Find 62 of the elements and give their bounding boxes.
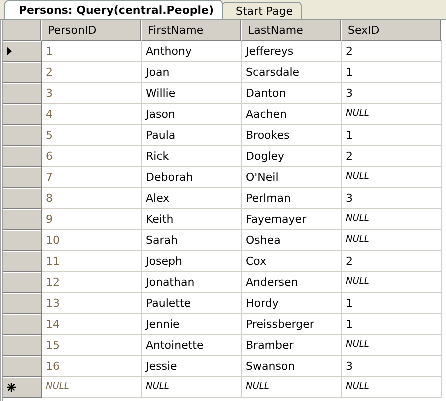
table-cell: Bramber bbox=[242, 335, 342, 356]
table-cell: 11 bbox=[42, 251, 142, 272]
table-cell: 12 bbox=[42, 272, 142, 293]
table-cell: Jeffereys bbox=[242, 41, 342, 62]
table-cell: 13 bbox=[42, 293, 142, 314]
table-cell: 4 bbox=[42, 104, 142, 125]
table-cell: Aachen bbox=[242, 104, 342, 125]
document-tab[interactable]: Start Page bbox=[221, 2, 302, 19]
row-header[interactable] bbox=[3, 41, 42, 62]
table-cell: 9 bbox=[42, 209, 142, 230]
table-cell: Jason bbox=[142, 104, 242, 125]
table-cell: 15 bbox=[42, 335, 142, 356]
table-cell: Oshea bbox=[242, 230, 342, 251]
table-cell: Preissberger bbox=[242, 314, 342, 335]
row-header[interactable] bbox=[3, 377, 42, 398]
table-cell: Joseph bbox=[142, 251, 242, 272]
table-cell: Antoinette bbox=[142, 335, 242, 356]
table-cell: Scarsdale bbox=[242, 62, 342, 83]
table-cell: Swanson bbox=[242, 356, 342, 377]
current-row-arrow-icon bbox=[7, 47, 12, 56]
table-cell: NULL bbox=[242, 377, 342, 398]
table-cell: NULL bbox=[142, 377, 242, 398]
column-header[interactable]: FirstName bbox=[142, 20, 242, 41]
table-cell: Jessie bbox=[142, 356, 242, 377]
table-cell: Hordy bbox=[242, 293, 342, 314]
table-cell: Alex bbox=[142, 188, 242, 209]
table-cell: Paulette bbox=[142, 293, 242, 314]
table-cell: 10 bbox=[42, 230, 142, 251]
table-cell: Sarah bbox=[142, 230, 242, 251]
column-header[interactable]: PersonID bbox=[42, 20, 142, 41]
table-cell: Keith bbox=[142, 209, 242, 230]
table-cell: Dogley bbox=[242, 146, 342, 167]
table-cell: Andersen bbox=[242, 272, 342, 293]
document-tab[interactable]: Persons: Query(central.People) bbox=[4, 0, 224, 19]
table-cell: Rick bbox=[142, 146, 242, 167]
table-cell: Joan bbox=[142, 62, 242, 83]
table-cell: Anthony bbox=[142, 41, 242, 62]
table-cell: Fayemayer bbox=[242, 209, 342, 230]
table-cell: Paula bbox=[142, 125, 242, 146]
table-cell: O'Neil bbox=[242, 167, 342, 188]
table-cell: NULL bbox=[42, 377, 142, 398]
table-cell: 8 bbox=[42, 188, 142, 209]
table-cell: Perlman bbox=[242, 188, 342, 209]
table-cell: 2 bbox=[42, 62, 142, 83]
table-cell: 14 bbox=[42, 314, 142, 335]
table-cell: 7 bbox=[42, 167, 142, 188]
corner-header[interactable] bbox=[3, 20, 42, 41]
table-cell: Cox bbox=[242, 251, 342, 272]
table-cell: Danton bbox=[242, 83, 342, 104]
table-cell: Jennie bbox=[142, 314, 242, 335]
column-header[interactable]: LastName bbox=[242, 20, 342, 41]
table-cell: 16 bbox=[42, 356, 142, 377]
table-cell: 5 bbox=[42, 125, 142, 146]
table-cell: Brookes bbox=[242, 125, 342, 146]
table-cell: Willie bbox=[142, 83, 242, 104]
table-cell: 1 bbox=[42, 41, 142, 62]
table-cell: Deborah bbox=[142, 167, 242, 188]
table-cell: 6 bbox=[42, 146, 142, 167]
table-cell: Jonathan bbox=[142, 272, 242, 293]
new-row-asterisk-icon bbox=[7, 383, 16, 392]
table-cell: 3 bbox=[42, 83, 142, 104]
column-header[interactable]: SexID bbox=[342, 20, 442, 41]
